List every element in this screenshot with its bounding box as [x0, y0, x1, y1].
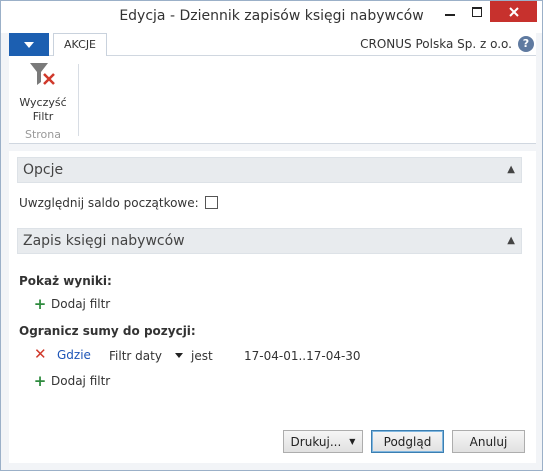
- include-opening-balance-checkbox[interactable]: [205, 196, 218, 209]
- plus-icon: +: [33, 295, 47, 313]
- ribbon-panel: Wyczyść Filtr Strona: [9, 56, 536, 144]
- remove-filter-icon[interactable]: ✕: [34, 345, 47, 363]
- add-filter-label: Dodaj filtr: [51, 297, 111, 311]
- cancel-button[interactable]: Anuluj: [452, 430, 525, 453]
- show-results-label: Pokaż wyniki:: [19, 274, 112, 288]
- chevron-down-icon: [24, 41, 34, 48]
- clear-filter-label-line2: Filtr: [32, 110, 54, 123]
- request-page-content: Opcje ▲ Uwzględnij saldo początkowe: Zap…: [9, 151, 536, 463]
- application-menu-button[interactable]: [9, 33, 49, 56]
- tab-actions[interactable]: AKCJE: [53, 33, 108, 57]
- ribbon-tab-bar: AKCJE CRONUS Polska Sp. z o.o. ?: [9, 33, 536, 57]
- filter-operator: jest: [191, 349, 213, 363]
- close-button[interactable]: [490, 1, 537, 22]
- customer-ledger-section-title: Zapis księgi nabywców: [23, 233, 185, 249]
- limit-totals-label: Ogranicz sumy do pozycji:: [19, 324, 196, 338]
- filter-value-field[interactable]: 17-04-01..17-04-30: [244, 349, 361, 363]
- dropdown-arrow-icon[interactable]: [175, 353, 183, 358]
- report-request-window: Edycja - Dziennik zapisów księgi nabywcó…: [0, 0, 543, 471]
- ribbon-group-divider: [78, 64, 79, 136]
- chevron-up-icon[interactable]: ▲: [507, 158, 515, 182]
- title-bar: Edycja - Dziennik zapisów księgi nabywcó…: [1, 1, 542, 33]
- options-section-title: Opcje: [23, 162, 64, 178]
- ribbon-group-label: Strona: [24, 128, 62, 141]
- add-filter-link-2[interactable]: + Dodaj filtr: [33, 372, 111, 390]
- preview-button[interactable]: Podgląd: [371, 430, 444, 453]
- print-button-label: Drukuj...: [290, 434, 342, 449]
- cancel-button-label: Anuluj: [469, 434, 508, 449]
- chevron-up-icon[interactable]: ▲: [507, 229, 515, 253]
- add-filter-link[interactable]: + Dodaj filtr: [33, 295, 111, 313]
- minimize-button[interactable]: [436, 1, 463, 22]
- preview-button-label: Podgląd: [383, 434, 432, 449]
- print-button[interactable]: Drukuj... ▼: [283, 430, 363, 453]
- chevron-down-icon: ▼: [349, 437, 356, 446]
- help-icon[interactable]: ?: [518, 36, 534, 52]
- plus-icon: +: [33, 372, 47, 390]
- filter-field-select[interactable]: Filtr daty: [109, 349, 162, 363]
- customer-ledger-section-header[interactable]: Zapis księgi nabywców ▲: [17, 228, 522, 254]
- options-section-header[interactable]: Opcje ▲: [17, 157, 522, 183]
- clear-filter-label-line1: Wyczyść: [19, 96, 67, 109]
- maximize-icon: [471, 6, 482, 17]
- minimize-icon: [444, 13, 455, 16]
- include-opening-balance-label: Uwzględnij saldo początkowe:: [19, 196, 199, 210]
- filter-where-link[interactable]: Gdzie: [57, 348, 91, 362]
- clear-filter-button[interactable]: Wyczyść Filtr: [13, 60, 73, 124]
- clear-filter-icon: [30, 63, 55, 85]
- close-icon: [508, 6, 519, 17]
- maximize-button[interactable]: [463, 1, 490, 22]
- add-filter-label-2: Dodaj filtr: [51, 374, 111, 388]
- company-name: CRONUS Polska Sp. z o.o.: [360, 37, 512, 51]
